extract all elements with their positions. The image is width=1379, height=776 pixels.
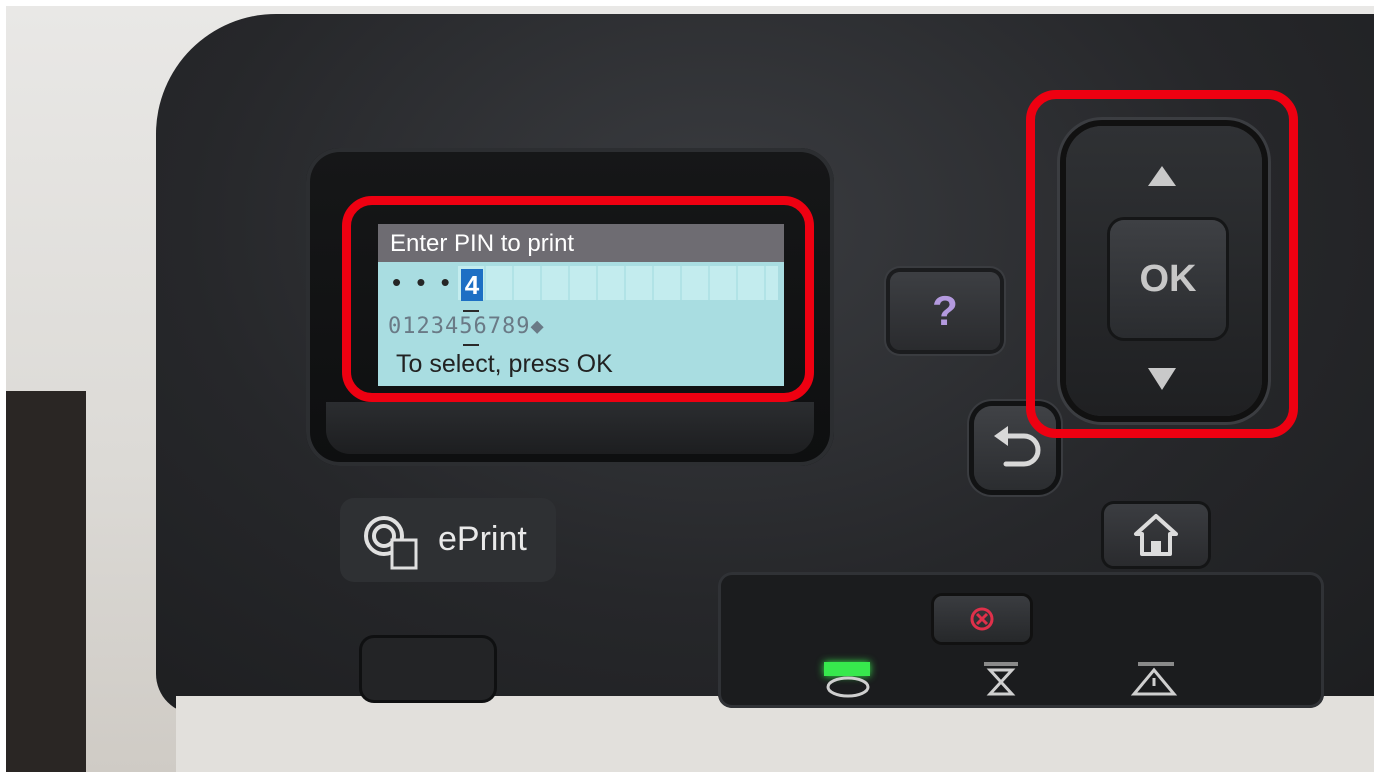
lcd-highlight-box (342, 196, 814, 402)
eprint-label: ePrint (438, 520, 527, 558)
home-button[interactable] (1104, 504, 1208, 566)
help-button[interactable]: ? (890, 272, 1000, 350)
ready-light-icon (826, 676, 870, 698)
navpad-highlight-box (1026, 90, 1298, 438)
home-icon (1134, 514, 1178, 556)
background-shadow (6, 391, 86, 772)
lcd-bezel-lip (326, 402, 814, 454)
attention-icon (1130, 662, 1178, 696)
eprint-icon (364, 516, 418, 570)
power-button[interactable] (362, 638, 494, 700)
data-light-icon (984, 662, 1018, 696)
cancel-icon (970, 607, 994, 631)
cancel-button[interactable] (934, 596, 1030, 642)
